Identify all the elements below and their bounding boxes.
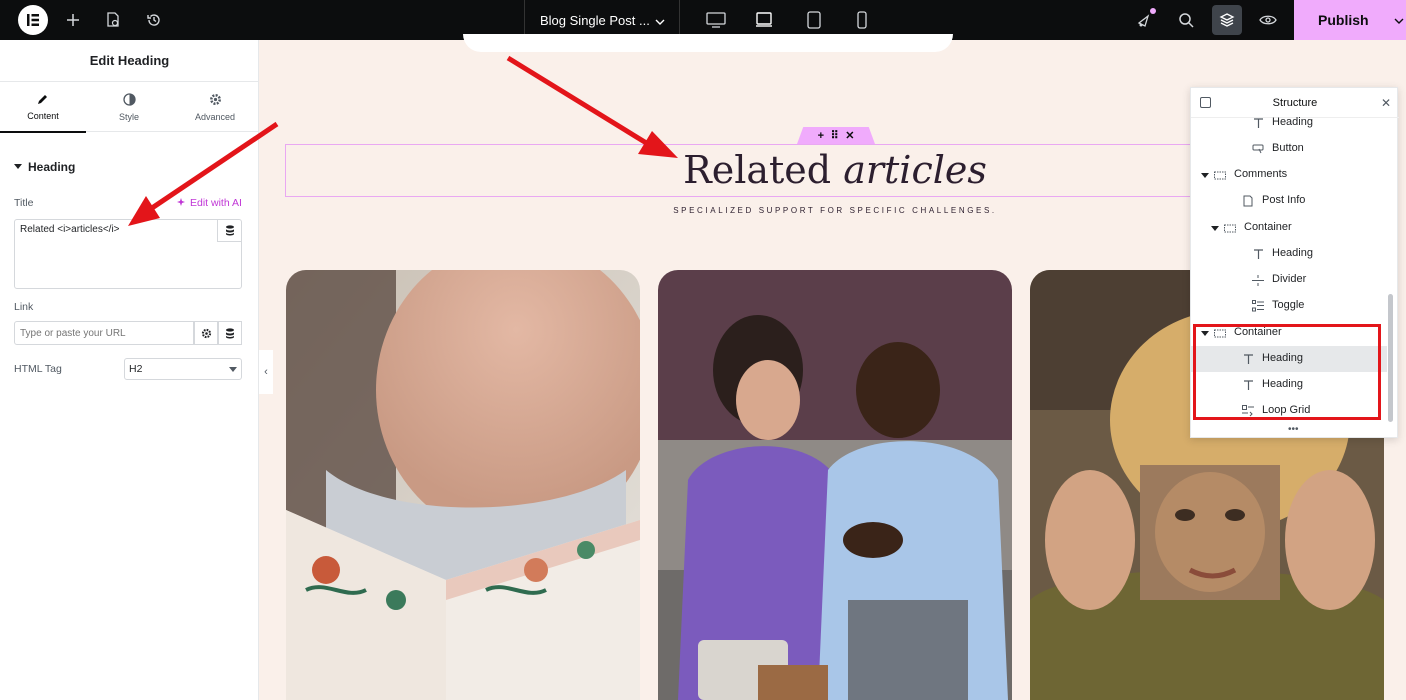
arrowhead-heading xyxy=(638,131,678,158)
arrow-to-heading xyxy=(506,55,650,147)
annotation-arrows xyxy=(128,55,678,226)
arrowhead-title xyxy=(128,196,160,226)
arrow-to-title xyxy=(150,121,279,211)
